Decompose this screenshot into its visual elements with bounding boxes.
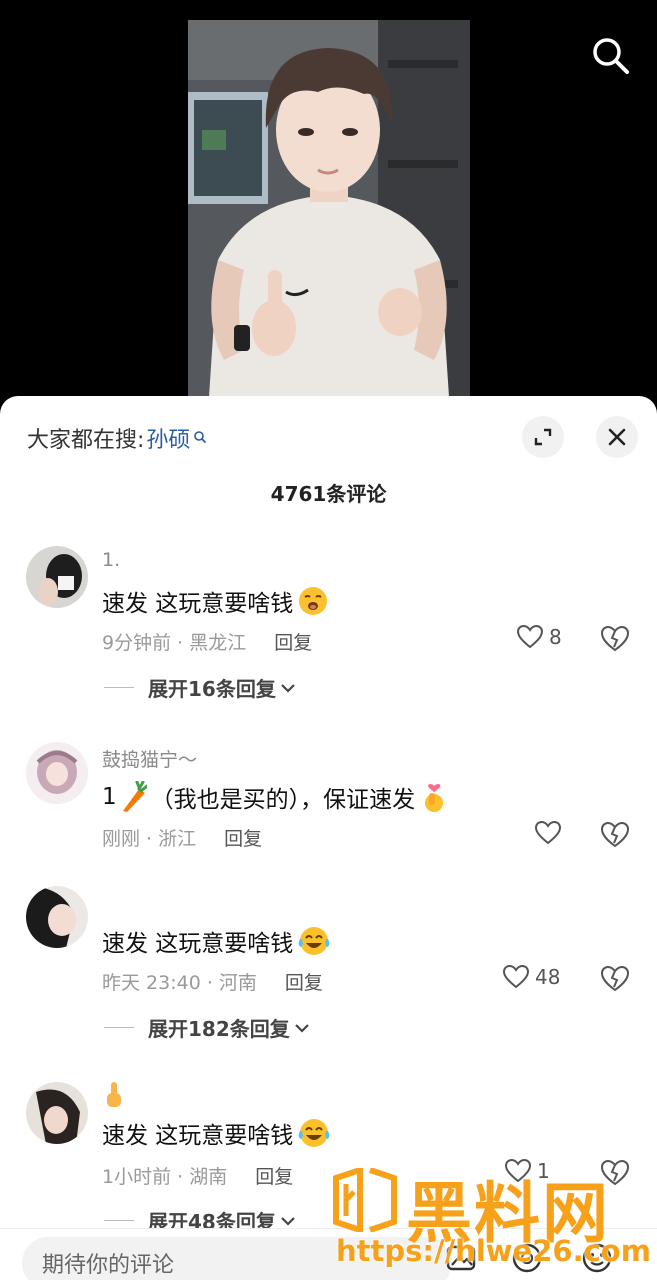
heart-icon (534, 820, 562, 845)
expand-icon (534, 428, 552, 446)
comment-body-prefix: 1 (102, 784, 117, 810)
divider (104, 1220, 134, 1221)
broken-heart-icon[interactable] (600, 821, 630, 849)
finger-heart-emoji (425, 784, 444, 812)
comment-time-location: 昨天 23:40 · 河南 (102, 972, 257, 994)
carrot-emoji (122, 781, 147, 812)
comment-text: 速发 这玩意要啥钱 (102, 924, 331, 958)
like-count: 8 (549, 625, 562, 649)
search-suggestion-term[interactable]: 孙硕 (146, 422, 190, 454)
comment-text: 速发 这玩意要啥钱 (102, 584, 329, 618)
reply-button[interactable]: 回复 (285, 968, 323, 995)
like-count: 48 (535, 965, 561, 989)
comment-item: 1. 速发 这玩意要啥钱 9分钟前 · 黑龙江 回复 8 展开16条回复 (0, 544, 657, 714)
small-search-icon (194, 431, 207, 443)
chevron-down-icon (281, 683, 295, 693)
yawning-face-emoji (299, 587, 328, 615)
chevron-down-icon (281, 1216, 295, 1226)
comment-username[interactable]: 鼓捣猫宁～ (102, 745, 197, 772)
avatar[interactable] (26, 742, 88, 804)
reply-button[interactable]: 回复 (274, 628, 312, 655)
comment-meta: 刚刚 · 浙江 回复 (102, 824, 262, 851)
image-icon[interactable] (444, 1241, 478, 1275)
like-button[interactable]: 8 (516, 624, 562, 650)
expand-sheet-button[interactable] (522, 416, 564, 458)
tears-of-joy-emoji (299, 1119, 330, 1147)
broken-heart-icon[interactable] (600, 1159, 630, 1187)
expand-replies-button[interactable]: 展开16条回复 (104, 673, 296, 702)
avatar-image (26, 1082, 88, 1144)
video-player[interactable] (0, 0, 657, 412)
pointing-up-emoji (107, 1082, 121, 1107)
search-button[interactable] (588, 34, 632, 78)
broken-heart-icon[interactable] (600, 965, 630, 993)
avatar[interactable] (26, 886, 88, 948)
comment-meta: 昨天 23:40 · 河南 回复 (102, 968, 323, 995)
comment-meta: 1小时前 · 湖南 回复 (102, 1162, 293, 1189)
comment-body: （我也是买的），保证速发 (150, 787, 416, 813)
expand-replies-label: 展开16条回复 (148, 677, 276, 701)
comment-username[interactable] (102, 1080, 126, 1115)
search-icon (593, 38, 629, 74)
avatar[interactable] (26, 546, 88, 608)
comment-item: 速发 这玩意要啥钱 昨天 23:40 · 河南 回复 48 展开182条回复 (0, 884, 657, 1054)
like-button[interactable]: 48 (502, 964, 560, 990)
broken-heart-icon[interactable] (600, 625, 630, 653)
comment-text: 速发 这玩意要啥钱 (102, 1116, 331, 1150)
comment-time-location: 1小时前 · 湖南 (102, 1166, 228, 1188)
like-button[interactable] (534, 820, 567, 846)
avatar-image (26, 546, 88, 608)
divider (104, 1027, 134, 1028)
heart-icon (502, 964, 530, 989)
comment-input[interactable]: 期待你的评论 (22, 1237, 452, 1280)
close-sheet-button[interactable] (596, 416, 638, 458)
comment-item: 鼓捣猫宁～ 1 （我也是买的），保证速发 刚刚 · 浙江 回复 (0, 740, 657, 870)
comment-input-bar: 期待你的评论 (0, 1228, 657, 1280)
comment-count: 4761条评论 (270, 482, 387, 506)
expand-replies-label: 展开182条回复 (148, 1017, 290, 1041)
like-count: 1 (537, 1159, 550, 1183)
reply-button[interactable]: 回复 (255, 1162, 293, 1189)
search-suggestion[interactable]: 大家都在搜: 孙硕 (27, 422, 207, 454)
video-still-image (188, 20, 470, 412)
comment-body: 速发 这玩意要啥钱 (102, 591, 294, 617)
emoji-picker-icon[interactable] (580, 1241, 614, 1275)
comment-meta: 9分钟前 · 黑龙江 回复 (102, 628, 312, 655)
comment-sheet: 大家都在搜: 孙硕 4761条评论 1. 速发 这玩意要啥钱 9分钟前 · 黑龙… (0, 396, 657, 1280)
close-icon (608, 428, 626, 446)
comment-time-location: 9分钟前 · 黑龙江 (102, 632, 247, 654)
video-frame[interactable] (188, 20, 470, 412)
mention-icon[interactable] (510, 1241, 544, 1275)
comment-username[interactable]: 1. (102, 549, 120, 571)
tears-of-joy-emoji (299, 927, 330, 955)
chevron-down-icon (294, 1023, 309, 1033)
avatar-image (26, 742, 88, 804)
comment-item: 速发 这玩意要啥钱 1小时前 · 湖南 回复 1 展开48条回复 (0, 1080, 657, 1234)
comment-body: 速发 这玩意要啥钱 (102, 1123, 294, 1149)
like-button[interactable]: 1 (504, 1158, 550, 1184)
reply-button[interactable]: 回复 (224, 824, 262, 851)
expand-replies-button[interactable]: 展开182条回复 (104, 1013, 310, 1042)
avatar[interactable] (26, 1082, 88, 1144)
divider (104, 687, 134, 688)
comment-time-location: 刚刚 · 浙江 (102, 828, 197, 850)
avatar-image (26, 886, 88, 948)
heart-icon (516, 624, 544, 649)
search-suggestion-label: 大家都在搜: (27, 428, 145, 453)
comment-text: 1 （我也是买的），保证速发 (102, 780, 449, 814)
heart-icon (504, 1158, 532, 1183)
comment-body: 速发 这玩意要啥钱 (102, 931, 294, 957)
comment-input-placeholder: 期待你的评论 (42, 1253, 175, 1278)
